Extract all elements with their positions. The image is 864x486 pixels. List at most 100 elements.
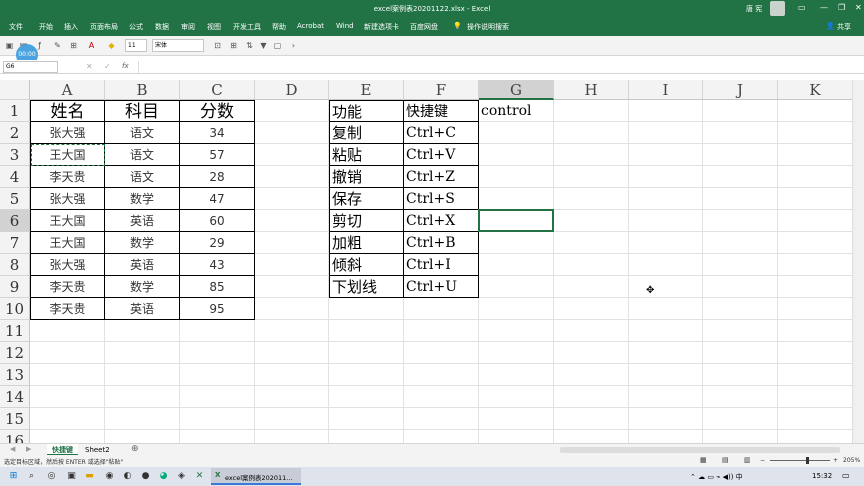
zoom-slider[interactable] — [770, 460, 830, 461]
cell-f6[interactable]: Ctrl+X — [404, 210, 479, 232]
search-icon[interactable]: ⌕ — [26, 471, 37, 482]
cell-e7[interactable]: 加粗 — [329, 232, 404, 254]
row-header-8[interactable]: 8 — [0, 254, 30, 276]
cell-b1[interactable]: 科目 — [105, 100, 180, 122]
cell-e10[interactable] — [329, 298, 404, 320]
cell-h3[interactable] — [554, 144, 629, 166]
font-color-icon[interactable]: A — [86, 40, 97, 51]
cell-i11[interactable] — [629, 320, 703, 342]
grid-icon[interactable]: ⊞ — [228, 40, 239, 51]
cell-g5[interactable] — [479, 188, 554, 210]
zoom-slider-thumb[interactable] — [806, 457, 809, 464]
cell-c7[interactable]: 29 — [180, 232, 255, 254]
cell-h4[interactable] — [554, 166, 629, 188]
tab-insert[interactable]: 插入 — [64, 22, 78, 32]
app-icon-5[interactable]: ◈ — [176, 471, 187, 482]
cell-c10[interactable]: 95 — [180, 298, 255, 320]
filter-icon[interactable]: ▼ — [258, 40, 269, 51]
row-header-7[interactable]: 7 — [0, 232, 30, 254]
cell-j1[interactable] — [703, 100, 778, 122]
cell-j7[interactable] — [703, 232, 778, 254]
cell-f4[interactable]: Ctrl+Z — [404, 166, 479, 188]
print-icon[interactable]: ▢ — [272, 40, 283, 51]
cell-b8[interactable]: 英语 — [105, 254, 180, 276]
cell-b2[interactable]: 语文 — [105, 122, 180, 144]
cell-k7[interactable] — [778, 232, 852, 254]
cell-i3[interactable] — [629, 144, 703, 166]
tab-new[interactable]: 新建选项卡 — [364, 22, 399, 32]
cell-c2[interactable]: 34 — [180, 122, 255, 144]
excel-task-button[interactable]: X excel案例表202011... — [211, 468, 301, 485]
tab-review[interactable]: 审阅 — [181, 22, 195, 32]
cell-c13[interactable] — [180, 364, 255, 386]
cell-d7[interactable] — [255, 232, 329, 254]
tab-home[interactable]: 开始 — [39, 22, 53, 32]
cell-b13[interactable] — [105, 364, 180, 386]
column-header-j[interactable]: J — [703, 80, 778, 100]
cell-c11[interactable] — [180, 320, 255, 342]
tab-wind[interactable]: Wind — [336, 22, 354, 30]
cell-g11[interactable] — [479, 320, 554, 342]
cell-b12[interactable] — [105, 342, 180, 364]
zoom-out-icon[interactable]: − — [760, 457, 765, 464]
cell-f10[interactable] — [404, 298, 479, 320]
cell-k1[interactable] — [778, 100, 852, 122]
cell-a2[interactable]: 张大强 — [30, 122, 105, 144]
tab-file[interactable]: 文件 — [9, 22, 23, 32]
user-name[interactable]: 唐 宪 — [746, 4, 762, 14]
cell-i16[interactable] — [629, 430, 703, 443]
cell-a14[interactable] — [30, 386, 105, 408]
minimize-button[interactable]: — — [820, 3, 828, 12]
cell-g14[interactable] — [479, 386, 554, 408]
cell-i1[interactable] — [629, 100, 703, 122]
row-header-3[interactable]: 3 — [0, 144, 30, 166]
cell-a1[interactable]: 姓名 — [30, 100, 105, 122]
cell-h8[interactable] — [554, 254, 629, 276]
cell-b6[interactable]: 英语 — [105, 210, 180, 232]
cell-a10[interactable]: 李天贵 — [30, 298, 105, 320]
cell-h13[interactable] — [554, 364, 629, 386]
tray-icons[interactable]: ⌃ ☁ ▭ ⌁ ◀)) 中 — [690, 472, 743, 482]
column-header-g[interactable]: G — [479, 80, 554, 100]
cell-j2[interactable] — [703, 122, 778, 144]
cell-j4[interactable] — [703, 166, 778, 188]
cell-d5[interactable] — [255, 188, 329, 210]
cell-h10[interactable] — [554, 298, 629, 320]
cell-d13[interactable] — [255, 364, 329, 386]
cell-a5[interactable]: 张大强 — [30, 188, 105, 210]
name-box[interactable]: G6 — [3, 61, 58, 73]
cell-b3[interactable]: 语文 — [105, 144, 180, 166]
cell-d15[interactable] — [255, 408, 329, 430]
cell-c14[interactable] — [180, 386, 255, 408]
tab-developer[interactable]: 开发工具 — [233, 22, 261, 32]
cell-i4[interactable] — [629, 166, 703, 188]
cell-d8[interactable] — [255, 254, 329, 276]
cell-f9[interactable]: Ctrl+U — [404, 276, 479, 298]
cell-b14[interactable] — [105, 386, 180, 408]
row-header-16[interactable]: 16 — [0, 430, 30, 443]
row-header-9[interactable]: 9 — [0, 276, 30, 298]
row-header-4[interactable]: 4 — [0, 166, 30, 188]
column-header-h[interactable]: H — [554, 80, 629, 100]
cell-i12[interactable] — [629, 342, 703, 364]
cell-c1[interactable]: 分数 — [180, 100, 255, 122]
cell-k16[interactable] — [778, 430, 852, 443]
add-sheet-icon[interactable]: ⊕ — [131, 444, 139, 454]
cell-g1[interactable]: control — [479, 100, 554, 122]
cell-h15[interactable] — [554, 408, 629, 430]
cell-e2[interactable]: 复制 — [329, 122, 404, 144]
cell-g15[interactable] — [479, 408, 554, 430]
row-header-6[interactable]: 6 — [0, 210, 30, 232]
cell-f2[interactable]: Ctrl+C — [404, 122, 479, 144]
row-header-11[interactable]: 11 — [0, 320, 30, 342]
cell-a13[interactable] — [30, 364, 105, 386]
cell-h12[interactable] — [554, 342, 629, 364]
cell-c8[interactable]: 43 — [180, 254, 255, 276]
cell-f14[interactable] — [404, 386, 479, 408]
cell-j15[interactable] — [703, 408, 778, 430]
zoom-level[interactable]: 205% — [843, 457, 860, 464]
cell-f7[interactable]: Ctrl+B — [404, 232, 479, 254]
cell-k13[interactable] — [778, 364, 852, 386]
cell-f13[interactable] — [404, 364, 479, 386]
row-header-14[interactable]: 14 — [0, 386, 30, 408]
